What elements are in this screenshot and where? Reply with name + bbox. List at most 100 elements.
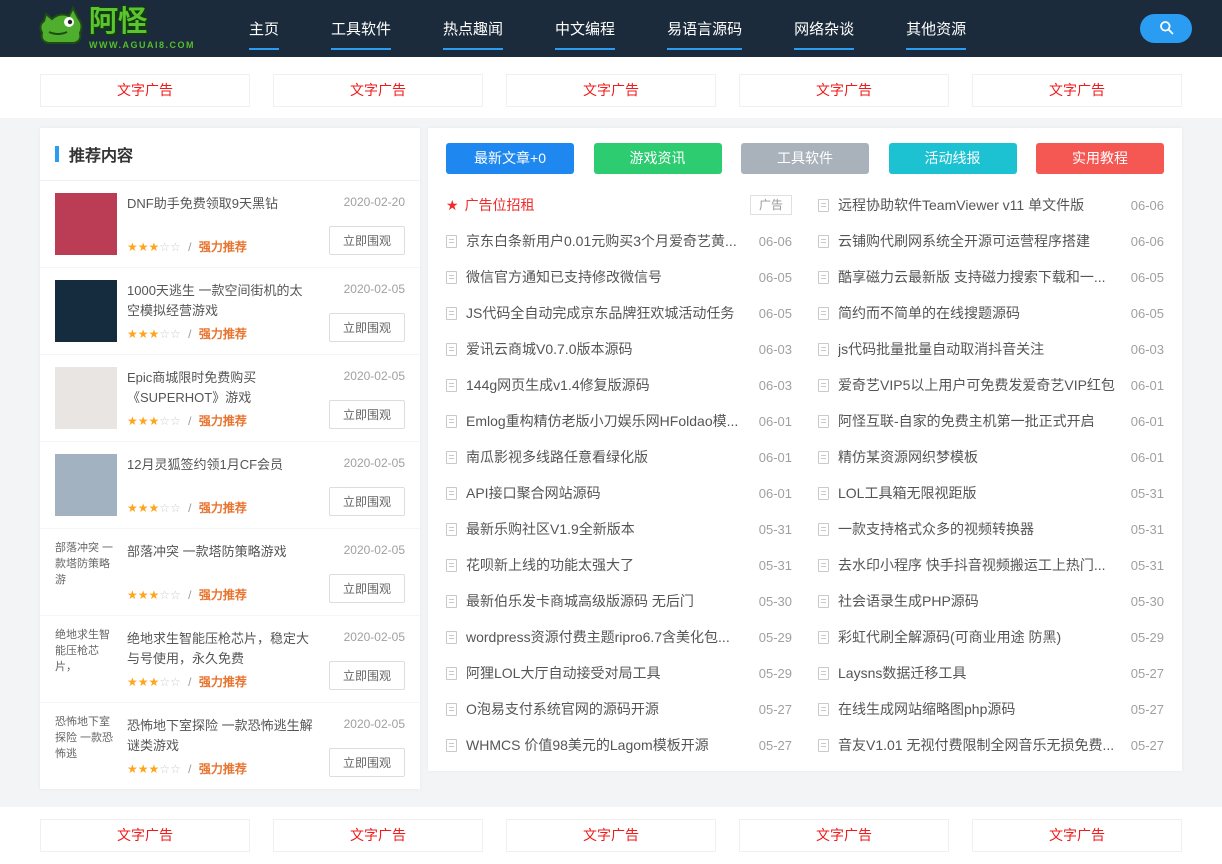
recommended-item: Epic商城限时免费购买《SUPERHOT》游戏 ★★★☆☆ / 强力推荐 20… <box>40 355 420 442</box>
view-now-button[interactable]: 立即围观 <box>329 748 405 777</box>
recommended-item: DNF助手免费领取9天黑钻 ★★★☆☆ / 强力推荐 2020-02-20 立即… <box>40 181 420 268</box>
article-link[interactable]: 微信官方通知已支持修改微信号 <box>466 267 749 287</box>
view-now-button[interactable]: 立即围观 <box>329 661 405 690</box>
text-ad-link[interactable]: 文字广告 <box>273 74 483 107</box>
article-link[interactable]: 远程协助软件TeamViewer v11 单文件版 <box>838 195 1121 215</box>
nav-item[interactable]: 网络杂谈 <box>768 18 880 50</box>
item-title[interactable]: 12月灵狐签约领1月CF会员 <box>127 455 313 475</box>
article-link[interactable]: wordpress资源付费主题ripro6.7含美化包... <box>466 627 749 647</box>
item-title[interactable]: Epic商城限时免费购买《SUPERHOT》游戏 <box>127 368 313 408</box>
article-link[interactable]: 阿怪互联-自家的免费主机第一批正式开启 <box>838 411 1121 431</box>
star-icon: ★ <box>446 197 459 214</box>
text-ad-link[interactable]: 文字广告 <box>506 74 716 107</box>
text-ad-link[interactable]: 文字广告 <box>972 819 1182 852</box>
article-link[interactable]: 云铺购代刷网系统全开源可运营程序搭建 <box>838 231 1121 251</box>
article-link[interactable]: Laysns数据迁移工具 <box>838 663 1121 683</box>
stars-filled-icon: ★★★ <box>127 675 159 689</box>
article-link[interactable]: 简约而不简单的在线搜题源码 <box>838 303 1121 323</box>
item-thumbnail[interactable] <box>55 280 117 342</box>
article-link[interactable]: 爱奇艺VIP5以上用户可免费发爱奇艺VIP红包 <box>838 375 1121 395</box>
text-ad-link[interactable]: 文字广告 <box>40 74 250 107</box>
logo-monster-icon <box>36 5 84 52</box>
nav-item[interactable]: 易语言源码 <box>641 18 768 50</box>
rating-separator: / <box>188 588 191 602</box>
article-link[interactable]: 彩虹代刷全解源码(可商业用途 防黑) <box>838 627 1121 647</box>
text-ad-link[interactable]: 文字广告 <box>739 74 949 107</box>
item-title[interactable]: 绝地求生智能压枪芯片，稳定大与号使用，永久免费 <box>127 629 313 669</box>
article-link[interactable]: 去水印小程序 快手抖音视频搬运工上热门... <box>838 555 1121 575</box>
article-link[interactable]: 爱讯云商城V0.7.0版本源码 <box>466 339 749 359</box>
text-ad-link[interactable]: 文字广告 <box>972 74 1182 107</box>
item-title[interactable]: 部落冲突 一款塔防策略游戏 <box>127 542 313 562</box>
nav-item[interactable]: 中文编程 <box>529 18 641 50</box>
category-button[interactable]: 游戏资讯 <box>594 143 722 174</box>
nav-item[interactable]: 其他资源 <box>880 18 992 50</box>
article-link[interactable]: 社会语录生成PHP源码 <box>838 591 1121 611</box>
item-body: Epic商城限时免费购买《SUPERHOT》游戏 ★★★☆☆ / 强力推荐 <box>127 367 313 429</box>
text-ad-link[interactable]: 文字广告 <box>739 819 949 852</box>
item-date: 2020-02-05 <box>344 630 405 644</box>
view-now-button[interactable]: 立即围观 <box>329 226 405 255</box>
article-row: Emlog重构精仿老版小刀娱乐网HFoldao模... 06-01 <box>446 403 792 439</box>
item-thumbnail[interactable] <box>55 454 117 516</box>
nav-item[interactable]: 工具软件 <box>305 18 417 50</box>
item-thumbnail[interactable] <box>55 193 117 255</box>
site-logo[interactable]: 阿怪 WWW.AGUAI8.COM <box>36 5 195 52</box>
ad-slot-row[interactable]: ★ 广告位招租 广告 <box>446 187 792 223</box>
article-link[interactable]: 一款支持格式众多的视频转换器 <box>838 519 1121 539</box>
document-icon <box>818 523 829 536</box>
item-meta: 2020-02-05 立即围观 <box>313 280 405 342</box>
main-container: 推荐内容 DNF助手免费领取9天黑钻 ★★★☆☆ / 强力推荐 2 <box>40 128 1182 789</box>
text-ad-link[interactable]: 文字广告 <box>40 819 250 852</box>
article-rows-left: 京东白条新用户0.01元购买3个月爱奇艺黄... 06-06 微信官方通知已支持… <box>446 223 792 763</box>
category-button[interactable]: 活动线报 <box>889 143 1017 174</box>
article-link[interactable]: 最新伯乐发卡商城高级版源码 无后门 <box>466 591 749 611</box>
view-now-button[interactable]: 立即围观 <box>329 313 405 342</box>
article-link[interactable]: WHMCS 价值98美元的Lagom模板开源 <box>466 735 749 755</box>
text-ad-link[interactable]: 文字广告 <box>273 819 483 852</box>
item-thumbnail[interactable]: 恐怖地下室探险 一款恐怖逃 <box>55 715 117 777</box>
article-link[interactable]: Emlog重构精仿老版小刀娱乐网HFoldao模... <box>466 411 749 431</box>
view-now-button[interactable]: 立即围观 <box>329 487 405 516</box>
item-title[interactable]: DNF助手免费领取9天黑钻 <box>127 194 313 214</box>
article-link[interactable]: 花呗新上线的功能太强大了 <box>466 555 749 575</box>
article-link[interactable]: 阿狸LOL大厅自动接受对局工具 <box>466 663 749 683</box>
article-link[interactable]: 在线生成网站缩略图php源码 <box>838 699 1121 719</box>
item-thumbnail[interactable]: 部落冲突 一款塔防策略游 <box>55 541 117 603</box>
category-button[interactable]: 工具软件 <box>741 143 869 174</box>
article-link[interactable]: 京东白条新用户0.01元购买3个月爱奇艺黄... <box>466 231 749 251</box>
document-icon <box>446 595 457 608</box>
articles-panel: 最新文章+0 游戏资讯 工具软件 活动线报 实用教程 ★ 广告位招租 广告 <box>428 128 1182 771</box>
text-ad-link[interactable]: 文字广告 <box>506 819 716 852</box>
item-meta: 2020-02-05 立即围观 <box>313 541 405 603</box>
nav-item[interactable]: 热点趣闻 <box>417 18 529 50</box>
item-thumbnail[interactable] <box>55 367 117 429</box>
stars-empty-icon: ☆☆ <box>159 501 181 515</box>
item-title[interactable]: 1000天逃生 一款空间街机的太空模拟经营游戏 <box>127 281 313 321</box>
article-link[interactable]: 精仿某资源网织梦模板 <box>838 447 1121 467</box>
article-link[interactable]: 南瓜影视多线路任意看绿化版 <box>466 447 749 467</box>
view-now-button[interactable]: 立即围观 <box>329 574 405 603</box>
item-thumbnail[interactable]: 绝地求生智能压枪芯片， <box>55 628 117 690</box>
panel-header: 推荐内容 <box>40 128 420 181</box>
category-button[interactable]: 实用教程 <box>1036 143 1164 174</box>
item-body: DNF助手免费领取9天黑钻 ★★★☆☆ / 强力推荐 <box>127 193 313 255</box>
article-link[interactable]: js代码批量批量自动取消抖音关注 <box>838 339 1121 359</box>
search-button[interactable] <box>1140 14 1192 43</box>
article-link[interactable]: 音友V1.01 无视付费限制全网音乐无损免费... <box>838 735 1121 755</box>
article-date: 06-01 <box>1131 450 1164 465</box>
nav-item[interactable]: 主页 <box>223 18 305 50</box>
article-link[interactable]: 酷享磁力云最新版 支持磁力搜索下载和一... <box>838 267 1121 287</box>
article-link[interactable]: 最新乐购社区V1.9全新版本 <box>466 519 749 539</box>
category-button[interactable]: 最新文章+0 <box>446 143 574 174</box>
navbar: 阿怪 WWW.AGUAI8.COM 主页 工具软件 热点趣闻 中文编程 易语言源… <box>0 0 1222 57</box>
item-title[interactable]: 恐怖地下室探险 一款恐怖逃生解谜类游戏 <box>127 716 313 756</box>
article-link[interactable]: JS代码全自动完成京东品牌狂欢城活动任务 <box>466 303 749 323</box>
article-link[interactable]: LOL工具箱无限视距版 <box>838 483 1121 503</box>
view-now-button[interactable]: 立即围观 <box>329 400 405 429</box>
article-link[interactable]: API接口聚合网站源码 <box>466 483 749 503</box>
article-link[interactable]: 144g网页生成v1.4修复版源码 <box>466 375 749 395</box>
article-link[interactable]: O泡易支付系统官网的源码开源 <box>466 699 749 719</box>
article-date: 06-01 <box>1131 414 1164 429</box>
article-date: 05-30 <box>1131 594 1164 609</box>
